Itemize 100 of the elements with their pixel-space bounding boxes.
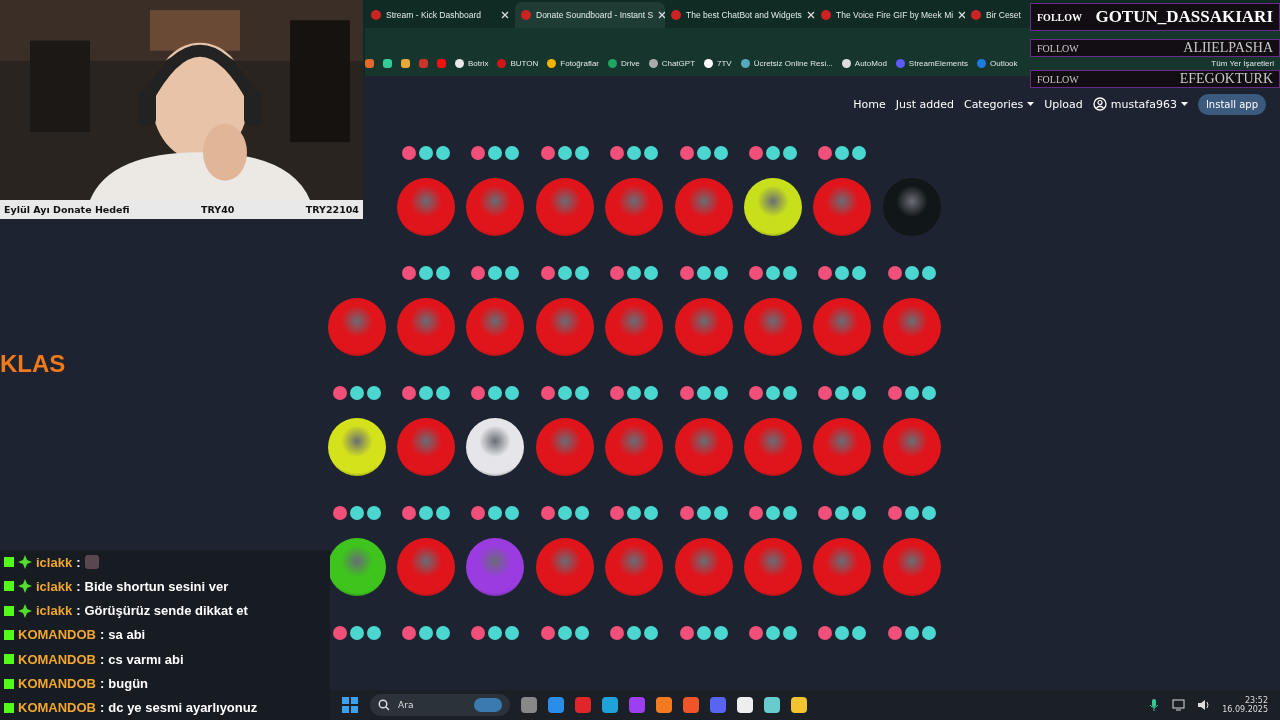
download-icon[interactable] bbox=[783, 146, 798, 160]
share-icon[interactable] bbox=[835, 626, 850, 640]
download-icon[interactable] bbox=[783, 626, 798, 640]
download-icon[interactable] bbox=[366, 506, 381, 520]
favorite-icon[interactable] bbox=[540, 386, 555, 400]
bookmark[interactable]: Drive bbox=[608, 59, 640, 68]
share-icon[interactable] bbox=[904, 266, 919, 280]
favorite-icon[interactable] bbox=[540, 506, 555, 520]
share-icon[interactable] bbox=[349, 386, 364, 400]
download-icon[interactable] bbox=[574, 146, 589, 160]
share-icon[interactable] bbox=[835, 146, 850, 160]
favorite-icon[interactable] bbox=[749, 626, 764, 640]
favorite-icon[interactable] bbox=[679, 386, 694, 400]
share-icon[interactable] bbox=[488, 386, 503, 400]
download-icon[interactable] bbox=[783, 506, 798, 520]
favorite-icon[interactable] bbox=[887, 266, 902, 280]
share-icon[interactable] bbox=[835, 386, 850, 400]
favorite-icon[interactable] bbox=[332, 626, 347, 640]
download-icon[interactable] bbox=[644, 506, 659, 520]
share-icon[interactable] bbox=[904, 506, 919, 520]
favorite-icon[interactable] bbox=[679, 266, 694, 280]
favorite-icon[interactable] bbox=[887, 386, 902, 400]
nav-link[interactable]: Just added bbox=[895, 97, 954, 111]
share-icon[interactable] bbox=[419, 506, 434, 520]
share-icon[interactable] bbox=[557, 266, 572, 280]
share-icon[interactable] bbox=[627, 626, 642, 640]
bookmark[interactable]: StreamElements bbox=[895, 59, 968, 68]
download-icon[interactable] bbox=[505, 266, 520, 280]
bookmark[interactable]: 7TV bbox=[704, 59, 732, 68]
favorite-icon[interactable] bbox=[679, 146, 694, 160]
download-icon[interactable] bbox=[783, 266, 798, 280]
download-icon[interactable] bbox=[713, 266, 728, 280]
favorite-icon[interactable] bbox=[818, 386, 833, 400]
share-icon[interactable] bbox=[696, 266, 711, 280]
download-icon[interactable] bbox=[852, 266, 867, 280]
network-icon[interactable] bbox=[1172, 698, 1187, 712]
share-icon[interactable] bbox=[488, 266, 503, 280]
download-icon[interactable] bbox=[852, 146, 867, 160]
sound-button[interactable] bbox=[327, 418, 386, 476]
share-icon[interactable] bbox=[627, 506, 642, 520]
download-icon[interactable] bbox=[574, 626, 589, 640]
bookmark[interactable]: Botrix bbox=[455, 59, 489, 68]
favorite-icon[interactable] bbox=[610, 146, 625, 160]
close-icon[interactable] bbox=[806, 11, 815, 19]
share-icon[interactable] bbox=[696, 506, 711, 520]
share-icon[interactable] bbox=[419, 386, 434, 400]
share-icon[interactable] bbox=[766, 506, 781, 520]
share-icon[interactable] bbox=[835, 266, 850, 280]
favorite-icon[interactable] bbox=[402, 386, 417, 400]
sound-button[interactable] bbox=[327, 538, 386, 596]
download-icon[interactable] bbox=[852, 386, 867, 400]
taskbar-app-icon[interactable] bbox=[737, 697, 754, 713]
favorite-icon[interactable] bbox=[402, 146, 417, 160]
favorite-icon[interactable] bbox=[402, 626, 417, 640]
share-icon[interactable] bbox=[766, 626, 781, 640]
favorite-icon[interactable] bbox=[818, 266, 833, 280]
favorite-icon[interactable] bbox=[887, 506, 902, 520]
start-icon[interactable] bbox=[341, 696, 360, 714]
share-icon[interactable] bbox=[557, 626, 572, 640]
close-icon[interactable] bbox=[658, 11, 665, 19]
favorite-icon[interactable] bbox=[540, 266, 555, 280]
share-icon[interactable] bbox=[904, 626, 919, 640]
download-icon[interactable] bbox=[436, 386, 451, 400]
share-icon[interactable] bbox=[696, 386, 711, 400]
download-icon[interactable] bbox=[505, 146, 520, 160]
favorite-icon[interactable] bbox=[402, 506, 417, 520]
close-icon[interactable] bbox=[958, 11, 965, 19]
close-icon[interactable] bbox=[501, 11, 509, 19]
favorite-icon[interactable] bbox=[610, 506, 625, 520]
browser-tab[interactable]: Stream - Kick Dashboard bbox=[365, 2, 515, 28]
download-icon[interactable] bbox=[574, 386, 589, 400]
share-icon[interactable] bbox=[696, 146, 711, 160]
download-icon[interactable] bbox=[921, 506, 936, 520]
favorite-icon[interactable] bbox=[471, 146, 486, 160]
favorite-icon[interactable] bbox=[749, 266, 764, 280]
download-icon[interactable] bbox=[436, 146, 451, 160]
share-icon[interactable] bbox=[488, 626, 503, 640]
download-icon[interactable] bbox=[713, 146, 728, 160]
bookmark[interactable]: BUTON bbox=[497, 59, 539, 68]
taskbar-app-icon[interactable] bbox=[602, 697, 619, 713]
taskbar-app-icon[interactable] bbox=[764, 697, 781, 713]
share-icon[interactable] bbox=[349, 626, 364, 640]
favorite-icon[interactable] bbox=[749, 386, 764, 400]
favorite-icon[interactable] bbox=[540, 146, 555, 160]
favorite-icon[interactable] bbox=[540, 626, 555, 640]
favorite-icon[interactable] bbox=[818, 506, 833, 520]
download-icon[interactable] bbox=[644, 386, 659, 400]
download-icon[interactable] bbox=[574, 506, 589, 520]
download-icon[interactable] bbox=[921, 626, 936, 640]
favorite-icon[interactable] bbox=[471, 386, 486, 400]
download-icon[interactable] bbox=[921, 266, 936, 280]
download-icon[interactable] bbox=[921, 386, 936, 400]
share-icon[interactable] bbox=[766, 386, 781, 400]
share-icon[interactable] bbox=[835, 506, 850, 520]
favorite-icon[interactable] bbox=[887, 626, 902, 640]
download-icon[interactable] bbox=[366, 626, 381, 640]
download-icon[interactable] bbox=[644, 626, 659, 640]
favorite-icon[interactable] bbox=[332, 506, 347, 520]
download-icon[interactable] bbox=[505, 506, 520, 520]
sound-button[interactable] bbox=[744, 178, 803, 236]
